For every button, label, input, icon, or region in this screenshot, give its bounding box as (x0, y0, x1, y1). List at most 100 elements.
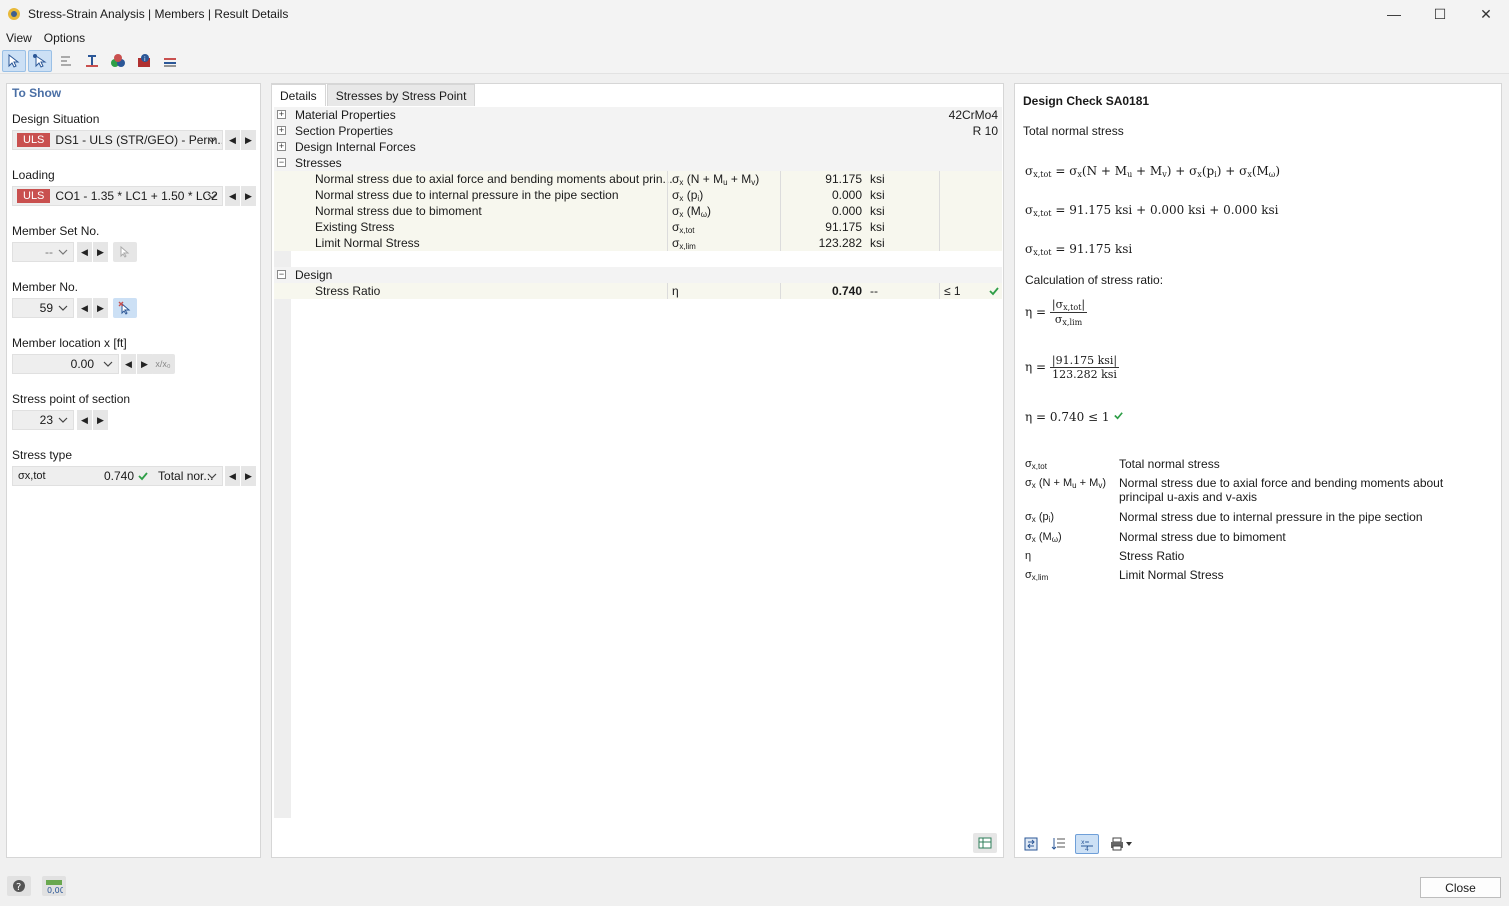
help-button[interactable]: ? (7, 876, 31, 896)
member-set-select[interactable]: -- (12, 242, 74, 262)
section-button[interactable] (80, 50, 104, 72)
formula-button[interactable]: x= 4 (1075, 834, 1099, 854)
tree-row-design[interactable]: − Design (274, 267, 1002, 283)
legend-desc: Normal stress due to bimoment (1119, 530, 1286, 544)
legend-symbol: σx,tot (1025, 458, 1047, 471)
formula-icon: x=4 (1081, 839, 1093, 852)
row-name: Stress Ratio (315, 284, 381, 298)
print-button[interactable] (1103, 834, 1139, 854)
pick-member-set-button[interactable] (113, 242, 137, 262)
chevron-down-icon (207, 193, 217, 199)
next-member-button[interactable]: ▶ (93, 298, 108, 318)
table-row[interactable]: Normal stress due to internal pressure i… (274, 187, 1002, 203)
chevron-down-icon (207, 473, 217, 479)
design-check-panel: Design Check SA0181 Total normal stress … (1014, 83, 1502, 858)
cursor-pick-icon (33, 53, 47, 68)
menu-view[interactable]: View (0, 31, 38, 45)
prev-situation-button[interactable]: ◀ (225, 130, 240, 150)
minimize-button[interactable]: — (1371, 0, 1417, 28)
diagram-button[interactable] (158, 50, 182, 72)
table-row[interactable]: Normal stress due to axial force and ben… (274, 171, 1002, 187)
tree-row-section[interactable]: + Section Properties R 10 (274, 123, 1002, 139)
table-row[interactable]: Existing Stress σx,tot 91.175 ksi (274, 219, 1002, 235)
relative-location-button[interactable]: x/x₀ (151, 354, 175, 374)
table-row[interactable]: Limit Normal Stress σx,lim 123.282 ksi (274, 235, 1002, 251)
maximize-button[interactable]: ☐ (1417, 0, 1463, 28)
next-member-set-button[interactable]: ▶ (93, 242, 108, 262)
row-symbol: σx,lim (672, 236, 696, 251)
stress-type-label: Stress type (12, 448, 73, 462)
member-location-label: Member location x [ft] (12, 336, 127, 350)
table-row[interactable]: Stress Ratio η 0.740 -- ≤ 1 (274, 283, 1002, 299)
stress-point-select[interactable]: 23 (12, 410, 74, 430)
export-table-button[interactable] (973, 833, 997, 853)
legend-desc: Total normal stress (1119, 457, 1220, 471)
member-no-label: Member No. (12, 280, 79, 294)
prev-stress-point-button[interactable]: ◀ (77, 410, 92, 430)
row-symbol: σx (N + Mu + Mv) (672, 172, 760, 187)
row-value: 91.175 (825, 172, 862, 186)
swap-units-button[interactable] (1019, 834, 1043, 854)
next-situation-button[interactable]: ▶ (241, 130, 256, 150)
select-member-button[interactable] (2, 49, 26, 72)
expand-icon[interactable]: + (277, 126, 286, 135)
expand-icon[interactable]: + (277, 142, 286, 151)
row-value: 0.740 (831, 284, 862, 298)
design-situation-select[interactable]: ULS DS1 - ULS (STR/GEO) - Perm... (12, 130, 223, 150)
design-situation-value: DS1 - ULS (STR/GEO) - Perm... (55, 133, 222, 147)
next-location-button[interactable]: ▶ (137, 354, 152, 374)
member-no-select[interactable]: 59 (12, 298, 74, 318)
row-unit: ksi (870, 188, 885, 202)
check-icon (138, 472, 148, 481)
svg-text:0,00: 0,00 (47, 886, 63, 894)
tree-row-forces[interactable]: + Design Internal Forces (274, 139, 1002, 155)
row-name: Limit Normal Stress (315, 236, 420, 250)
member-location-select[interactable]: 0.00 (12, 354, 119, 374)
close-window-button[interactable]: ✕ (1463, 0, 1509, 28)
app-icon (8, 8, 20, 20)
next-stress-type-button[interactable]: ▶ (241, 466, 256, 486)
prev-member-set-button[interactable]: ◀ (77, 242, 92, 262)
member-location-value: 0.00 (70, 357, 94, 371)
tab-details[interactable]: Details (271, 84, 326, 106)
stress-type-select[interactable]: σx,tot 0.740 Total nor... (12, 466, 223, 486)
uls-badge: ULS (17, 189, 51, 203)
collapse-icon[interactable]: − (277, 270, 286, 279)
select-point-button[interactable] (28, 49, 52, 72)
diagram-icon (164, 57, 176, 66)
table-row[interactable]: Normal stress due to bimoment σx (Mω) 0.… (274, 203, 1002, 219)
expand-icon[interactable]: + (277, 110, 286, 119)
align-button[interactable] (54, 50, 78, 72)
color-scale-button[interactable] (106, 50, 130, 72)
prev-stress-type-button[interactable]: ◀ (225, 466, 240, 486)
member-set-value: -- (45, 245, 53, 259)
design-check-title: Design Check SA0181 (1023, 94, 1150, 108)
row-symbol: η (672, 284, 679, 298)
stress-type-value: 0.740 (104, 469, 135, 483)
to-show-title: To Show (12, 86, 62, 100)
next-stress-point-button[interactable]: ▶ (93, 410, 108, 430)
equation-ratio: η = |σx,tot| σx,lim (1025, 298, 1088, 327)
info-button[interactable]: i (132, 50, 156, 72)
pick-member-button[interactable] (113, 298, 137, 318)
row-value: 91.175 (825, 220, 862, 234)
list-button[interactable] (1047, 834, 1071, 854)
prev-loading-button[interactable]: ◀ (225, 186, 240, 206)
loading-select[interactable]: ULS CO1 - 1.35 * LC1 + 1.50 * LC2 (12, 186, 223, 206)
row-unit: ksi (870, 172, 885, 186)
tab-stresses-by-point[interactable]: Stresses by Stress Point (326, 84, 476, 106)
prev-member-button[interactable]: ◀ (77, 298, 92, 318)
prev-location-button[interactable]: ◀ (121, 354, 136, 374)
row-unit: ksi (870, 236, 885, 250)
close-button[interactable]: Close (1420, 877, 1501, 898)
row-unit: ksi (870, 220, 885, 234)
chevron-down-icon (58, 417, 68, 423)
chevron-down-icon (58, 305, 68, 311)
tree-row-material[interactable]: + Material Properties 42CrMo4 (274, 107, 1002, 123)
decimal-places-button[interactable]: 0,00 (42, 876, 66, 896)
tree-row-stresses[interactable]: − Stresses (274, 155, 1002, 171)
member-no-value: 59 (39, 301, 53, 315)
menu-options[interactable]: Options (38, 31, 91, 45)
collapse-icon[interactable]: − (277, 158, 286, 167)
next-loading-button[interactable]: ▶ (241, 186, 256, 206)
